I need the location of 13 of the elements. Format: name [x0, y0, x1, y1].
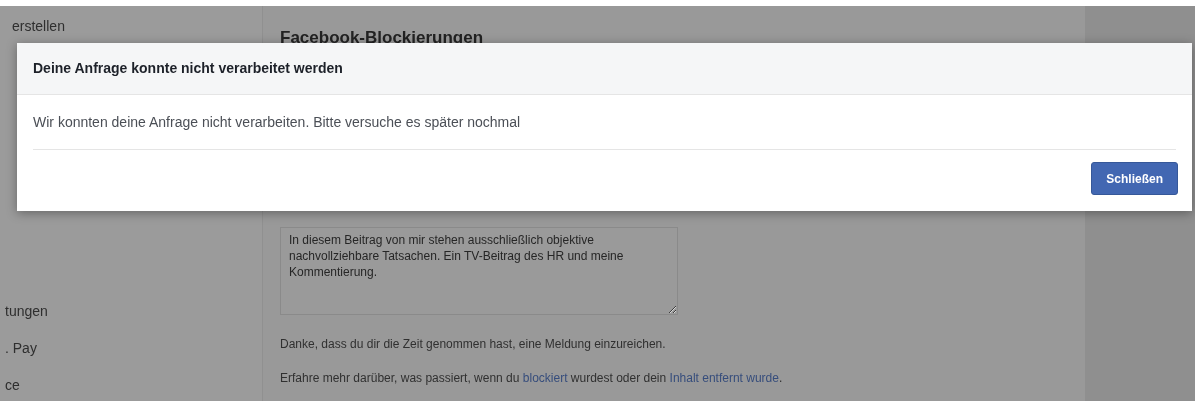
sidebar-item[interactable]: tungen	[0, 303, 262, 320]
blocked-link[interactable]: blockiert	[522, 371, 568, 385]
sidebar-item[interactable]: . Pay	[0, 340, 262, 357]
dialog-message: Wir konnten deine Anfrage nicht verarbeiten. Bitte versuche es später nochmal	[33, 112, 521, 132]
close-button[interactable]: Schließen	[1091, 162, 1178, 195]
content-removed-link[interactable]: Inhalt entfernt wurde	[669, 371, 779, 385]
explanation-field[interactable]: In diesem Beitrag von mir stehen ausschließlich objektive nachvollziehbare Tatsachen. Ein TV-Beitrag des HR und meine Kommentierung.	[280, 227, 678, 315]
thanks-text: Danke, dass du dir die Zeit genommen hast, eine Meldung einzureichen.	[280, 336, 667, 353]
dialog-title: Deine Anfrage konnte nicht verarbeitet werden	[33, 59, 343, 78]
page-heading: Facebook-Blockierungen	[280, 28, 485, 48]
sidebar-item[interactable]: erstellen	[0, 6, 262, 35]
sidebar-item[interactable]: ce	[0, 377, 262, 394]
learn-more-text: Erfahre mehr darüber, was passiert, wenn du blockiert wurdest oder dein Inhalt entfernt wurde.	[280, 370, 784, 387]
